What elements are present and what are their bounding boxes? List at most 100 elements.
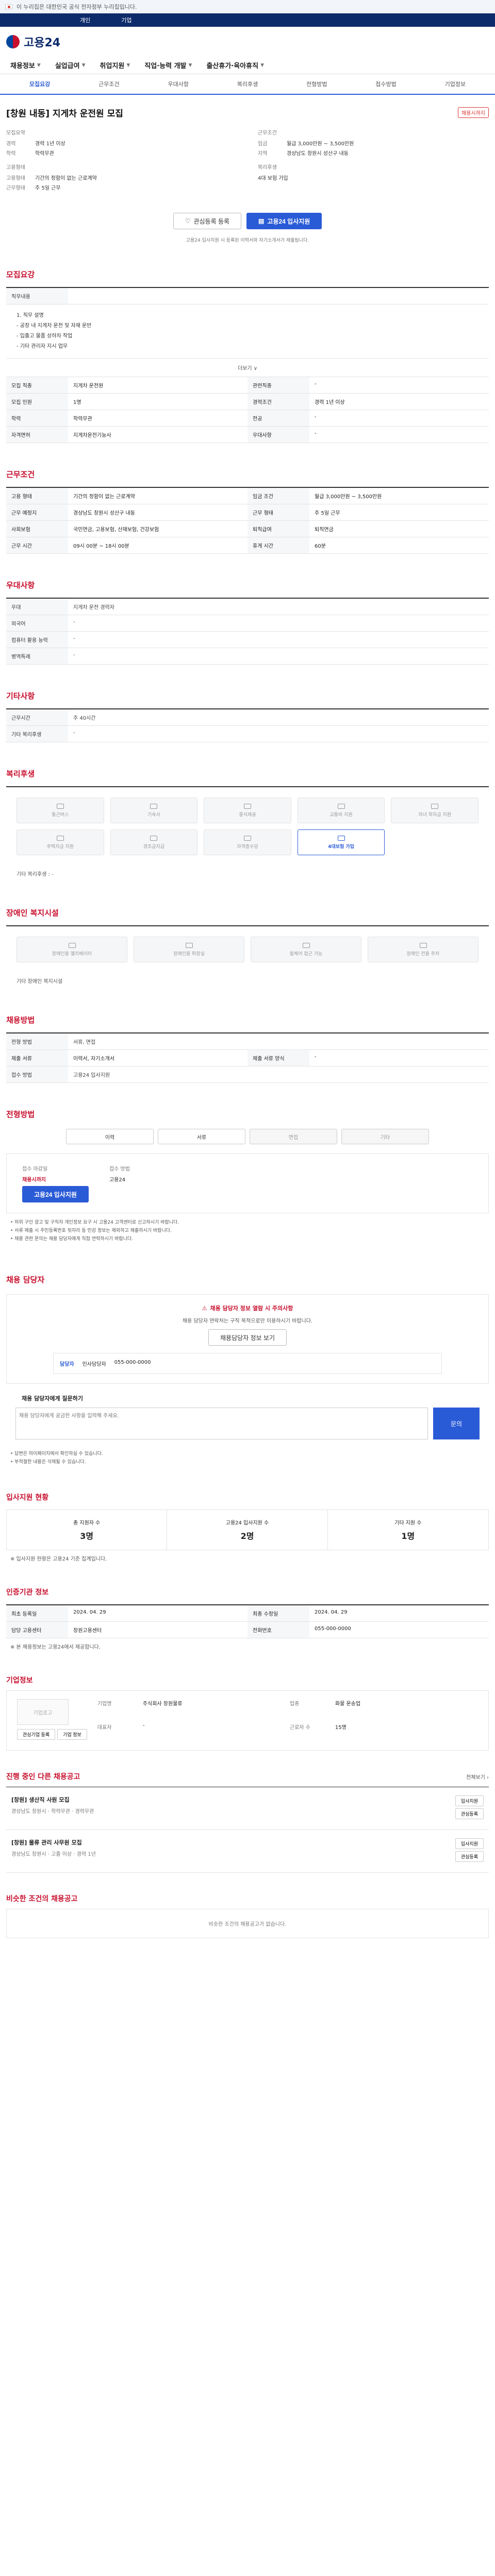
welfare-note: 기타 복리후생 : - (16, 872, 54, 877)
list-item[interactable]: [창원] 물류 관리 사무원 모집 경상남도 창원시 · 고졸 이상 · 경력 1… (6, 1830, 489, 1873)
method-step: 기타 (341, 1129, 429, 1144)
tab-method[interactable]: 전형방법 (282, 80, 351, 88)
jobinfo-note: ※ 본 채용정보는 고용24에서 제공합니다. (10, 1645, 101, 1650)
facility-item: 장애인용 엘리베이터 (16, 937, 127, 962)
tab-company[interactable]: 기업정보 (421, 80, 490, 88)
company-logo: 기업로고 (17, 1699, 69, 1725)
tab-welfare[interactable]: 복리후생 (213, 80, 282, 88)
facility-item: 장애인 전용 주차 (368, 937, 478, 962)
nav-item-leave[interactable]: 출산휴가·육아휴직 ▼ (199, 60, 271, 70)
list-interest-button[interactable]: 관심등록 (455, 1851, 484, 1862)
apply-box: 접수 마감일 채용시까지 고용24 입사지원 접수 방법 고용24 (6, 1154, 489, 1213)
apply-notice: 고용24 입사지원 시 등록된 이력서와 자기소개서가 제출됩니다. (186, 238, 309, 243)
welfare-item: 자격증수당 (204, 829, 291, 855)
other-jobs-more-link[interactable]: 전체보기 › (466, 1773, 489, 1781)
welfare-panel: 통근버스 기숙사 중식제공 교통비 지원 자녀 학자금 지원 주택자금 지원 경… (6, 786, 489, 882)
logo-icon[interactable] (6, 35, 20, 48)
inquiry-title: 채용 담당자에게 질문하기 (22, 1395, 83, 1402)
chevron-down-icon: ▼ (188, 62, 192, 68)
warning-icon: ⚠ (202, 1304, 207, 1312)
apply-button-secondary[interactable]: 고용24 입사지원 (22, 1186, 89, 1202)
certificate-icon (243, 835, 251, 841)
toilet-icon (185, 942, 193, 948)
main-nav: 채용정보 ▼ 실업급여 ▼ 취업지원 ▼ 직업·능력 개발 ▼ 출산휴가·육아휴직 ▼ (0, 57, 495, 74)
method-step: 서류 (158, 1129, 245, 1144)
inquiry-input[interactable] (15, 1408, 428, 1439)
section-etc-title: 기타사항 (6, 691, 35, 701)
method-steps: 이력 서류 면접 기타 (0, 1129, 495, 1144)
other-jobs-list: [창원] 생산직 사원 모집 경상남도 창원시 · 학력무관 · 경력무관 입사지… (6, 1787, 489, 1873)
facility-item: 장애인용 화장실 (134, 937, 244, 962)
bus-icon (56, 803, 64, 809)
deadline-badge: 채용시까지 (458, 107, 489, 118)
etc-panel: 근무시간 주 40시간 기타 복리후생 - (6, 708, 489, 742)
tab-prefer[interactable]: 우대사항 (144, 80, 213, 88)
contact-card: 담당자 인사담당자 055-000-0000 (53, 1353, 442, 1374)
chevron-down-icon: ▼ (260, 62, 264, 68)
nav-item-jobs[interactable]: 채용정보 ▼ (3, 60, 48, 70)
inquiry-form: 문의 (0, 1402, 495, 1445)
status-note: ※ 입사지원 현황은 고용24 기준 집계입니다. (10, 1556, 107, 1562)
nav-item-unemployment[interactable]: 실업급여 ▼ (48, 60, 93, 70)
contact-box: ⚠ 채용 담당자 정보 열람 시 주의사항 채용 담당자 연락처는 구직 목적으로… (6, 1294, 489, 1384)
gift-icon (150, 835, 158, 841)
inquiry-submit-button[interactable]: 문의 (433, 1408, 480, 1439)
chevron-down-icon: ▼ (37, 62, 41, 68)
section-company-title: 기업정보 (6, 1676, 33, 1685)
gov-banner: 이 누리집은 대한민국 공식 전자정부 누리집입니다. (0, 0, 495, 13)
top-link-personal[interactable]: 개인 (80, 16, 90, 24)
list-apply-button[interactable]: 입사지원 (455, 1795, 484, 1806)
logo[interactable]: 고용24 (24, 33, 60, 50)
interest-button[interactable]: ♡ 관심등록 등록 (173, 213, 242, 229)
method-step: 면접 (250, 1129, 337, 1144)
tab-apply[interactable]: 접수방법 (351, 80, 420, 88)
welfare-item: 교통비 지원 (297, 798, 385, 823)
chevron-down-icon: ▼ (81, 62, 86, 68)
school-icon (431, 803, 439, 809)
tab-recruit[interactable]: 모집요강 (5, 80, 74, 88)
tab-work[interactable]: 근무조건 (74, 80, 143, 88)
view-contact-button[interactable]: 채용담당자 정보 보기 (208, 1329, 287, 1346)
section-method-title: 전형방법 (6, 1110, 35, 1119)
method-step: 이력 (66, 1129, 154, 1144)
section-tabs: 모집요강 근무조건 우대사항 복리후생 전형방법 접수방법 기업정보 (0, 74, 495, 95)
section-status-title: 입사지원 현황 (6, 1494, 49, 1502)
wheelchair-icon (302, 942, 310, 948)
chevron-down-icon: ▼ (126, 62, 130, 68)
home-icon (150, 803, 158, 809)
company-interest-button[interactable]: 관심기업 등록 (17, 1729, 56, 1740)
meal-icon (243, 803, 251, 809)
list-item[interactable]: [창원] 생산직 사원 모집 경상남도 창원시 · 학력무관 · 경력무관 입사지… (6, 1787, 489, 1830)
section-hire-title: 채용방법 (6, 1015, 35, 1025)
section-jobinfo-title: 인증기관 정보 (6, 1588, 49, 1597)
top-link-company[interactable]: 기업 (121, 16, 131, 24)
apply-button[interactable]: ▤ 고용24 입사지원 (246, 213, 322, 229)
recruit-panel: 직무내용 1. 직무 설명 - 공장 내 지게차 운전 및 자재 운반 - 입출고 … (6, 287, 489, 443)
heart-icon: ♡ (185, 217, 191, 225)
welfare-item: 통근버스 (16, 798, 104, 823)
nav-item-support[interactable]: 취업지원 ▼ (93, 60, 138, 70)
company-box: 기업로고 관심기업 등록 기업 정보 기업명 주식회사 창원물류 업종 화물 운송업… (6, 1690, 489, 1751)
job-summary: 모집요약 경력 경력 1년 이상 학력 학력무관 근무조건 임금 월급 3,000만원… (6, 130, 354, 191)
welfare-item: 주택자금 지원 (16, 829, 104, 855)
jobinfo-panel: 최초 등록일 2024. 04. 29 최종 수정일 2024. 04. 29 담당 … (6, 1604, 489, 1638)
header: 고용24 (0, 27, 495, 57)
list-apply-button[interactable]: 입사지원 (455, 1838, 484, 1849)
section-work-title: 근무조건 (6, 470, 35, 479)
disability-note: 기타 장애인 복지시설 (16, 979, 63, 985)
section-recruit-title: 모집요강 (6, 270, 35, 279)
list-interest-button[interactable]: 관심등록 (455, 1808, 484, 1819)
car-icon (337, 803, 345, 809)
section-welfare-title: 복리후생 (6, 769, 35, 778)
company-info-button[interactable]: 기업 정보 (57, 1729, 87, 1740)
flag-icon (5, 4, 12, 9)
house-icon (56, 835, 64, 841)
nav-item-training[interactable]: 직업·능력 개발 ▼ (137, 60, 199, 70)
more-button[interactable]: 더보기 ∨ (6, 359, 489, 377)
section-contact-title: 채용 담당자 (6, 1275, 45, 1284)
prefer-panel: 우대 지게차 운전 경력자 외국어 - 컴퓨터 활용 능력 - 병역특례 - (6, 598, 489, 665)
section-disability-title: 장애인 복지시설 (6, 908, 59, 918)
inquiry-notes: • 답변은 마이페이지에서 확인하실 수 있습니다. • 부적절한 내용은 삭제될… (10, 1451, 103, 1465)
method-notes: • 허위 구인 광고 및 구직자 개인정보 요구 시 고용24 고객센터로 신고… (10, 1220, 179, 1242)
welfare-item: 기숙사 (110, 798, 198, 823)
